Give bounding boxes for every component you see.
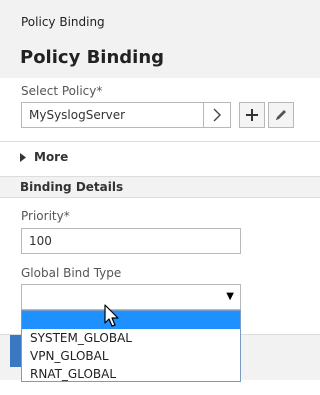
chevron-right-icon xyxy=(213,108,221,122)
pencil-icon xyxy=(276,110,286,120)
priority-label: Priority* xyxy=(21,209,70,223)
binding-details-title: Binding Details xyxy=(20,180,124,194)
select-policy-label: Select Policy* xyxy=(21,84,103,98)
select-policy-field[interactable]: MySyslogServer xyxy=(21,102,204,128)
select-policy-value: MySyslogServer xyxy=(29,108,126,122)
title-bar: Policy Binding xyxy=(0,42,320,78)
priority-value: 100 xyxy=(29,234,52,248)
option-rnat-global[interactable]: RNAT_GLOBAL xyxy=(22,365,240,383)
plus-icon xyxy=(246,109,258,121)
edit-policy-button[interactable] xyxy=(268,102,294,128)
binding-details-header: Binding Details xyxy=(0,176,320,198)
global-bind-type-options[interactable]: SYSTEM_GLOBAL VPN_GLOBAL RNAT_GLOBAL xyxy=(21,310,241,382)
page-title: Policy Binding xyxy=(20,47,165,68)
global-bind-type-label: Global Bind Type xyxy=(21,266,122,280)
caret-down-icon: ▼ xyxy=(226,291,234,302)
more-toggle[interactable]: More xyxy=(20,150,68,164)
option-system-global[interactable]: SYSTEM_GLOBAL xyxy=(22,329,240,347)
breadcrumb: Policy Binding xyxy=(21,15,105,29)
global-bind-type-select[interactable]: ▼ xyxy=(21,284,241,310)
caret-right-icon xyxy=(20,152,26,162)
option-blank[interactable] xyxy=(22,311,240,329)
priority-input[interactable]: 100 xyxy=(21,228,241,254)
mouse-cursor-icon xyxy=(104,304,119,327)
more-label: More xyxy=(34,150,69,164)
add-policy-button[interactable] xyxy=(239,102,265,128)
header-bar: Policy Binding xyxy=(0,0,320,42)
option-vpn-global[interactable]: VPN_GLOBAL xyxy=(22,347,240,365)
select-policy-arrow-button[interactable] xyxy=(203,102,231,128)
divider xyxy=(0,141,320,142)
